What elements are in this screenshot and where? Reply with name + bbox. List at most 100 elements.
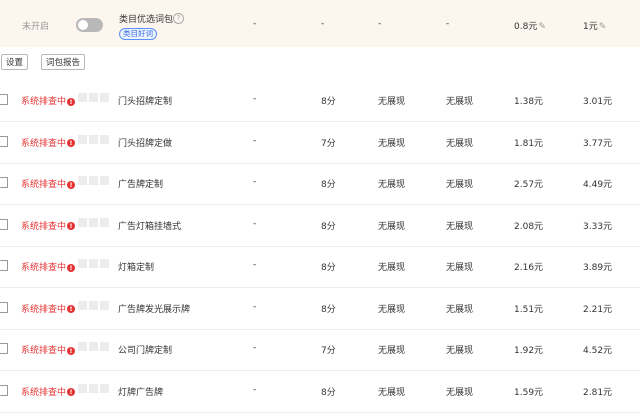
table-row: 系统排查中! 门头招牌定制 - 8分 无展现 无展现 1.38元 3.01元 — [0, 80, 640, 122]
row-checkbox[interactable] — [0, 177, 8, 188]
placeholder-icon — [100, 217, 109, 227]
row-placeholder-icons — [78, 300, 111, 311]
row-col3: 无展现 — [378, 387, 406, 398]
warning-icon[interactable]: ! — [67, 263, 76, 272]
placeholder-icon — [100, 259, 109, 268]
row-col3: 无展现 — [378, 263, 406, 273]
row-col1: - — [253, 384, 257, 395]
package-price[interactable]: 0.8元✎ — [514, 19, 546, 32]
table-row: 系统排查中! 门头招牌定做 - 7分 无展现 无展现 1.81元 3.77元 — [0, 122, 640, 164]
package-col1: - — [253, 19, 257, 29]
table-row: 系统排查中! 灯箱定制 - 8分 无展现 无展现 2.16元 3.89元 — [0, 246, 640, 288]
row-col1: - — [253, 135, 257, 146]
row-col1: - — [253, 343, 257, 353]
row-status: 系统排查中! — [21, 94, 76, 107]
row-bid: 3.01元 — [583, 97, 613, 107]
row-status: 系统排查中! — [21, 385, 76, 398]
row-keyword: 门头招牌定制 — [118, 97, 173, 107]
row-col4: 无展现 — [446, 221, 474, 232]
settings-button[interactable]: 设置 — [1, 54, 29, 70]
package-tag: 类目好词 — [119, 28, 157, 40]
warning-icon[interactable]: ! — [67, 97, 76, 106]
row-price: 2.57元 — [514, 180, 544, 190]
row-checkbox[interactable] — [0, 301, 8, 313]
warning-icon[interactable]: ! — [67, 222, 76, 230]
row-col1: - — [253, 301, 257, 312]
row-price: 1.38元 — [514, 97, 544, 107]
placeholder-icon — [100, 300, 109, 310]
row-col3: 无展现 — [378, 304, 406, 315]
placeholder-icon — [78, 134, 87, 144]
row-checkbox[interactable] — [0, 94, 8, 105]
row-bid: 4.49元 — [583, 180, 613, 190]
row-quality: 8分 — [321, 304, 336, 315]
row-bid: 2.81元 — [583, 387, 613, 398]
row-price: 1.59元 — [514, 387, 544, 398]
row-bid: 4.52元 — [583, 346, 613, 356]
row-col1: - — [253, 94, 257, 104]
row-status: 系统排查中! — [21, 343, 76, 356]
row-placeholder-icons — [78, 259, 111, 269]
package-state: 未开启 — [22, 22, 50, 32]
package-col4: - — [446, 19, 450, 29]
row-col4: 无展现 — [446, 346, 474, 356]
row-bid: 3.77元 — [583, 138, 613, 149]
row-checkbox[interactable] — [0, 260, 8, 271]
table-row: 系统排查中! 广告牌定制 - 8分 无展现 无展现 2.57元 4.49元 — [0, 163, 640, 205]
row-checkbox[interactable] — [0, 135, 8, 147]
warning-icon[interactable]: ! — [67, 139, 76, 147]
warning-icon[interactable]: ! — [67, 180, 76, 189]
row-col4: 无展现 — [446, 138, 474, 149]
row-placeholder-icons — [78, 342, 111, 352]
placeholder-icon — [78, 217, 87, 227]
placeholder-icon — [78, 300, 87, 310]
row-col1: - — [253, 177, 257, 187]
package-report-button[interactable]: 词包报告 — [41, 54, 86, 70]
package-toggle[interactable] — [76, 18, 103, 32]
package-price-value: 0.8元 — [514, 22, 538, 32]
row-col3: 无展现 — [378, 180, 406, 190]
toggle-knob — [78, 20, 88, 30]
row-checkbox[interactable] — [0, 218, 8, 230]
row-placeholder-icons — [78, 383, 111, 394]
row-placeholder-icons — [78, 217, 111, 228]
question-icon[interactable]: ? — [173, 13, 184, 24]
warning-icon[interactable]: ! — [67, 346, 76, 355]
row-status-label: 系统排查中 — [21, 304, 67, 315]
row-bid: 2.21元 — [583, 304, 613, 315]
row-keyword: 灯牌广告牌 — [118, 387, 164, 398]
row-col3: 无展现 — [378, 346, 406, 356]
warning-icon[interactable]: ! — [67, 305, 76, 313]
placeholder-icon — [89, 93, 98, 102]
row-col1: - — [253, 260, 257, 270]
row-price: 1.92元 — [514, 346, 544, 356]
placeholder-icon — [100, 176, 109, 185]
package-name: 类目优选词包 — [119, 15, 174, 25]
package-bid[interactable]: 1元✎ — [583, 19, 606, 32]
warning-icon[interactable]: ! — [67, 388, 76, 396]
placeholder-icon — [89, 259, 98, 268]
row-status-label: 系统排查中 — [21, 221, 67, 232]
row-col4: 无展现 — [446, 263, 474, 273]
table-row: 系统排查中! 广告牌发光展示牌 - 8分 无展现 无展现 1.51元 2.21元 — [0, 288, 640, 330]
row-quality: 7分 — [321, 346, 336, 356]
row-keyword: 灯箱定制 — [118, 263, 155, 273]
pencil-icon[interactable]: ✎ — [538, 22, 546, 32]
row-placeholder-icons — [78, 176, 111, 186]
row-keyword: 门头招牌定做 — [118, 138, 173, 149]
placeholder-icon — [100, 134, 109, 144]
row-col4: 无展现 — [446, 180, 474, 190]
row-keyword: 广告牌发光展示牌 — [118, 304, 191, 315]
row-placeholder-icons — [78, 134, 111, 145]
placeholder-icon — [89, 176, 98, 185]
package-bid-value: 1元 — [583, 22, 598, 32]
placeholder-icon — [89, 342, 98, 351]
table-row: 系统排查中! 灯牌广告牌 - 8分 无展现 无展现 1.59元 2.81元 — [0, 371, 640, 413]
row-status-label: 系统排查中 — [21, 387, 67, 398]
placeholder-icon — [89, 134, 98, 144]
row-price: 1.51元 — [514, 304, 544, 315]
row-checkbox[interactable] — [0, 384, 8, 396]
category-package-row: 未开启 类目优选词包 ? 类目好词 - - - - 0.8元✎ 1元✎ — [0, 0, 640, 47]
row-checkbox[interactable] — [0, 343, 8, 354]
pencil-icon[interactable]: ✎ — [599, 22, 607, 32]
